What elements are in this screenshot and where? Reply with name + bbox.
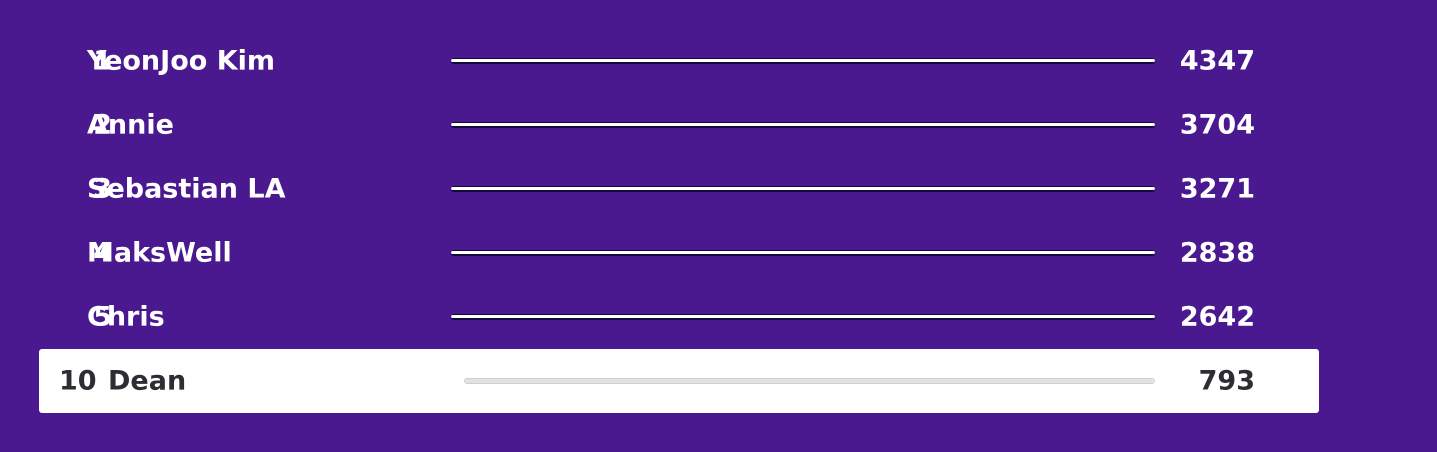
player-name: Sebastian LA bbox=[87, 173, 286, 205]
player-name: Dean bbox=[108, 365, 187, 397]
leaderboard: 1 YeonJoo Kim 4347 2 Annie 3704 3 Sebast… bbox=[0, 0, 1437, 452]
player-score: 3704 bbox=[1179, 109, 1255, 141]
score-bar bbox=[451, 122, 1155, 128]
score-bar bbox=[451, 314, 1155, 320]
player-score: 3271 bbox=[1179, 173, 1255, 205]
leaderboard-row[interactable]: 5 Chris 2642 bbox=[39, 285, 1319, 349]
player-score: 4347 bbox=[1179, 45, 1255, 77]
score-bar-fill bbox=[451, 315, 1155, 318]
score-bar-fill bbox=[465, 379, 1154, 383]
score-bar-fill bbox=[451, 187, 1155, 190]
player-name: MaksWell bbox=[87, 237, 232, 269]
leaderboard-row[interactable]: 1 YeonJoo Kim 4347 bbox=[39, 29, 1319, 93]
score-bar-fill bbox=[451, 123, 1155, 126]
leaderboard-row[interactable]: 3 Sebastian LA 3271 bbox=[39, 157, 1319, 221]
leaderboard-row[interactable]: 2 Annie 3704 bbox=[39, 93, 1319, 157]
score-bar bbox=[451, 186, 1155, 192]
player-score: 793 bbox=[1198, 365, 1255, 397]
player-name: YeonJoo Kim bbox=[87, 45, 276, 77]
current-user-row[interactable]: 10 Dean 793 bbox=[39, 349, 1319, 413]
score-bar bbox=[451, 58, 1155, 64]
player-score: 2642 bbox=[1179, 301, 1255, 333]
leaderboard-row[interactable]: 4 MaksWell 2838 bbox=[39, 221, 1319, 285]
score-bar-fill bbox=[451, 59, 1155, 62]
score-bar-fill bbox=[451, 251, 1155, 254]
player-name: Annie bbox=[87, 109, 174, 141]
score-bar bbox=[464, 378, 1155, 384]
player-score: 2838 bbox=[1179, 237, 1255, 269]
score-bar bbox=[451, 250, 1155, 256]
player-name: Chris bbox=[87, 301, 165, 333]
rank-number: 10 bbox=[59, 365, 97, 397]
